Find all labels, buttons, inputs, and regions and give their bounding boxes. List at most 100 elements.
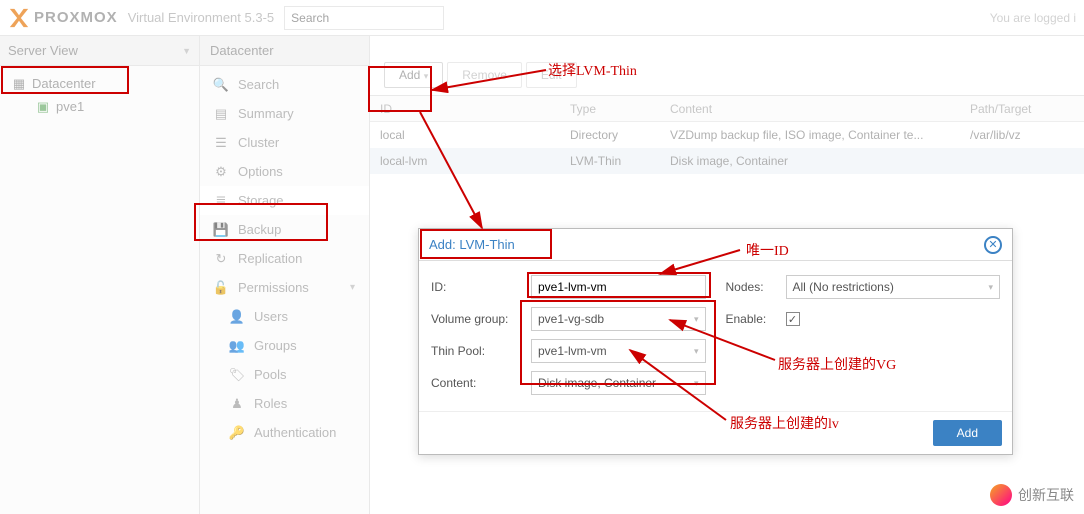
tp-label: Thin Pool:: [431, 344, 531, 358]
id-field[interactable]: [531, 275, 706, 299]
datacenter-icon: ▦: [12, 77, 26, 91]
chevron-down-icon: ▾: [988, 282, 993, 293]
col-content[interactable]: Content: [670, 102, 970, 116]
chevron-down-icon: ▾: [350, 282, 355, 293]
server-view-label: Server View: [8, 43, 78, 58]
add-button[interactable]: Add ▾: [384, 62, 443, 88]
close-icon[interactable]: ✕: [984, 236, 1002, 254]
menu-authentication[interactable]: 🔑 Authentication: [200, 418, 369, 447]
tree-node-pve1[interactable]: ▣ pve1: [0, 95, 199, 118]
cell: Disk image, Container: [670, 154, 970, 168]
id-label: ID:: [431, 280, 531, 294]
header: PROXMOX Virtual Environment 5.3-5 You ar…: [0, 0, 1084, 36]
menu-label: Cluster: [238, 135, 279, 150]
cell: local: [370, 128, 570, 142]
chevron-down-icon: ▾: [694, 378, 699, 389]
unlock-icon: 🔓: [214, 281, 228, 295]
menu-storage[interactable]: ≣Storage: [200, 186, 369, 215]
vg-value: pve1-vg-sdb: [538, 312, 604, 326]
dialog-title: Add: LVM-Thin: [429, 237, 515, 252]
menu-label: Pools: [254, 367, 287, 382]
edit-button[interactable]: Edit: [526, 62, 577, 88]
tags-icon: 🏷: [230, 368, 244, 382]
cell: local-lvm: [370, 154, 570, 168]
menu-permissions[interactable]: 🔓 Permissions ▾: [200, 273, 369, 302]
thin-pool-select[interactable]: pve1-lvm-vm ▾: [531, 339, 706, 363]
menu-roles[interactable]: ♟ Roles: [200, 389, 369, 418]
menu-backup[interactable]: 💾Backup: [200, 215, 369, 244]
login-status: You are logged i: [990, 11, 1076, 25]
key-icon: 🔑: [230, 426, 244, 440]
server-view-select[interactable]: Server View ▼: [0, 36, 199, 66]
menu-cluster[interactable]: ☰ Cluster: [200, 128, 369, 157]
dialog-add-button[interactable]: Add: [933, 420, 1002, 446]
chevron-down-icon: ▾: [424, 71, 429, 81]
enable-label: Enable:: [726, 312, 786, 326]
menu-label: Permissions: [238, 280, 309, 295]
volume-group-select[interactable]: pve1-vg-sdb ▾: [531, 307, 706, 331]
nodes-label: Nodes:: [726, 280, 786, 294]
users-icon: 👥: [230, 339, 244, 353]
nodes-value: All (No restrictions): [793, 280, 894, 294]
menu-pools[interactable]: 🏷 Pools: [200, 360, 369, 389]
content-value: Disk image, Container: [538, 376, 656, 390]
refresh-icon: ↻: [214, 252, 228, 266]
table-row[interactable]: local Directory VZDump backup file, ISO …: [370, 122, 1084, 148]
watermark-icon: [990, 484, 1012, 506]
menu-label: Summary: [238, 106, 294, 121]
config-menu: 🔍 Search ▤Summary ☰ Cluster ⚙Options ≣Stor…: [200, 66, 369, 451]
menu-summary[interactable]: ▤Summary: [200, 99, 369, 128]
left-sidebar: Server View ▼ ▦ Datacenter ▣ pve1: [0, 36, 200, 514]
menu-options[interactable]: ⚙Options: [200, 157, 369, 186]
menu-label: Authentication: [254, 425, 336, 440]
male-icon: ♟: [230, 397, 244, 411]
chevron-down-icon: ▼: [182, 46, 191, 56]
save-icon: 💾: [214, 223, 228, 237]
tree-root-label: Datacenter: [32, 76, 96, 91]
table-row[interactable]: local-lvm LVM-Thin Disk image, Container: [370, 148, 1084, 174]
menu-label: Users: [254, 309, 288, 324]
add-lvm-thin-dialog: Add: LVM-Thin ✕ ID: Volume group:pve1-vg…: [418, 228, 1013, 455]
chevron-down-icon: ▾: [694, 346, 699, 357]
col-type[interactable]: Type: [570, 102, 670, 116]
dialog-header[interactable]: Add: LVM-Thin ✕: [419, 229, 1012, 261]
search-icon: 🔍: [214, 78, 228, 92]
cell: Directory: [570, 128, 670, 142]
menu-replication[interactable]: ↻ Replication: [200, 244, 369, 273]
gear-icon: ⚙: [214, 165, 228, 179]
menu-users[interactable]: 👤Users: [200, 302, 369, 331]
tree-child-label: pve1: [56, 99, 84, 114]
logo: PROXMOX: [8, 7, 118, 29]
table-header: ID Type Content Path/Target: [370, 96, 1084, 122]
node-icon: ▣: [36, 100, 50, 114]
content-label: Content:: [431, 376, 531, 390]
env-version: Virtual Environment 5.3-5: [128, 10, 274, 25]
config-title: Datacenter: [200, 36, 369, 66]
menu-groups[interactable]: 👥 Groups: [200, 331, 369, 360]
col-path[interactable]: Path/Target: [970, 102, 1084, 116]
enable-checkbox[interactable]: ✓: [786, 312, 800, 326]
cell: VZDump backup file, ISO image, Container…: [670, 128, 970, 142]
remove-button[interactable]: Remove: [447, 62, 522, 88]
server-icon: ☰: [214, 136, 228, 150]
storage-table: ID Type Content Path/Target local Direct…: [370, 96, 1084, 174]
cell: LVM-Thin: [570, 154, 670, 168]
chevron-down-icon: ▾: [694, 314, 699, 325]
menu-label: Replication: [238, 251, 302, 266]
vg-label: Volume group:: [431, 312, 531, 326]
menu-label: Storage: [238, 193, 284, 208]
menu-label: Search: [238, 77, 279, 92]
watermark-text: 创新互联: [1018, 485, 1074, 505]
nodes-select[interactable]: All (No restrictions) ▾: [786, 275, 1001, 299]
col-id[interactable]: ID: [370, 102, 570, 116]
cell: /var/lib/vz: [970, 128, 1084, 142]
tp-value: pve1-lvm-vm: [538, 344, 607, 358]
tree-datacenter[interactable]: ▦ Datacenter: [0, 72, 199, 95]
content-select[interactable]: Disk image, Container ▾: [531, 371, 706, 395]
menu-search[interactable]: 🔍 Search: [200, 70, 369, 99]
search-input[interactable]: [284, 6, 444, 30]
config-panel: Datacenter 🔍 Search ▤Summary ☰ Cluster ⚙Op…: [200, 36, 370, 514]
menu-label: Roles: [254, 396, 287, 411]
menu-label: Groups: [254, 338, 297, 353]
brand-text: PROXMOX: [34, 9, 118, 26]
